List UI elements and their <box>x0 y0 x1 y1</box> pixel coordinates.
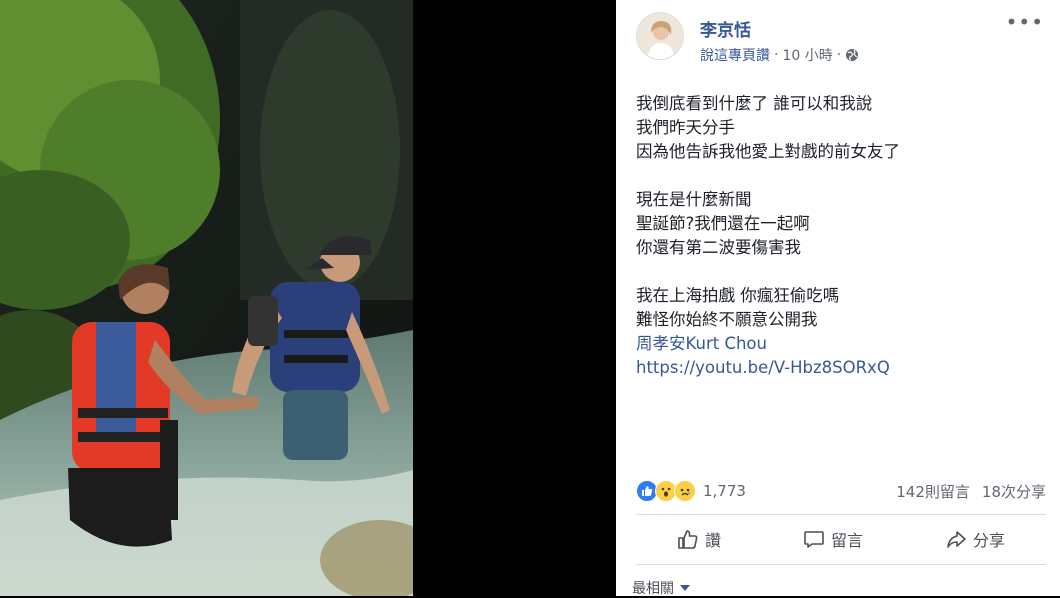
reaction-count[interactable]: 1,773 <box>703 482 746 500</box>
author-name[interactable]: 李京恬 <box>700 16 751 41</box>
post-timestamp[interactable]: 10 小時 <box>782 45 832 65</box>
post-text-link[interactable]: https://youtu.be/V-Hbz8SORxQ <box>636 356 1046 380</box>
meta-separator-2: · <box>836 47 842 63</box>
divider <box>636 514 1046 515</box>
meta-separator: · <box>774 47 779 63</box>
action-bar: 讚 留言 分享 <box>636 518 1046 560</box>
caret-down-icon <box>680 585 690 591</box>
comment-button[interactable]: 留言 <box>803 527 863 551</box>
share-count[interactable]: 18次分享 <box>982 481 1046 502</box>
like-button[interactable]: 讚 <box>677 527 721 551</box>
more-options-icon[interactable]: ••• <box>1006 10 1044 34</box>
like-page-link[interactable]: 說這專頁讚 <box>700 45 770 65</box>
post-meta: 說這專頁讚 · 10 小時 · <box>700 45 859 65</box>
post-text-link[interactable]: 周孝安Kurt Chou <box>636 332 1046 356</box>
comment-count[interactable]: 142則留言 <box>896 481 970 502</box>
post-text-line: 你還有第二波要傷害我 <box>636 238 801 257</box>
reactions-bar: 1,773 142則留言 18次分享 <box>636 478 1046 504</box>
post-photo[interactable] <box>0 0 413 596</box>
avatar-portrait-icon <box>637 13 683 59</box>
sad-reaction-icon <box>674 480 696 502</box>
engagement-counts: 142則留言 18次分享 <box>896 481 1046 502</box>
photo-letterbox <box>413 0 616 596</box>
post-text-line: 現在是什麼新聞 <box>636 190 752 209</box>
post-text-line: 我倒底看到什麼了 誰可以和我說 <box>636 94 873 113</box>
post-text-line: 聖誕節?我們還在一起啊 <box>636 214 810 233</box>
reaction-icons[interactable] <box>636 480 696 502</box>
share-arrow-icon <box>947 531 966 548</box>
comment-sort-label: 最相關 <box>632 581 674 597</box>
post-text: 我倒底看到什麼了 誰可以和我說 我們昨天分手因為他告訴我他愛上對戲的前女友了 現在是… <box>636 92 1046 380</box>
comment-sort-dropdown[interactable]: 最相關 <box>632 578 690 598</box>
post-text-blank-line <box>636 260 1046 284</box>
post-text-line: 我們昨天分手 <box>636 118 735 137</box>
post-text-line: 我在上海拍戲 你瘋狂偷吃嗎 <box>636 286 840 305</box>
divider-2 <box>636 564 1046 565</box>
globe-icon[interactable] <box>845 48 859 62</box>
comment-button-label: 留言 <box>830 531 863 550</box>
post-text-blank-line <box>636 164 1046 188</box>
comment-bubble-icon <box>804 531 824 548</box>
post-text-line: 因為他告訴我他愛上對戲的前女友了 <box>636 142 900 161</box>
share-button[interactable]: 分享 <box>945 527 1005 551</box>
like-button-label: 讚 <box>704 531 721 550</box>
post-side-panel: 李京恬 說這專頁讚 · 10 小時 · ••• 我倒底看到什麼了 誰可以和我說我… <box>616 0 1060 598</box>
photo-river-scene <box>0 0 413 596</box>
share-button-label: 分享 <box>972 531 1005 550</box>
author-avatar[interactable] <box>636 12 684 60</box>
post-text-line: 難怪你始終不願意公開我 <box>636 310 818 329</box>
thumbs-up-icon <box>678 530 698 549</box>
